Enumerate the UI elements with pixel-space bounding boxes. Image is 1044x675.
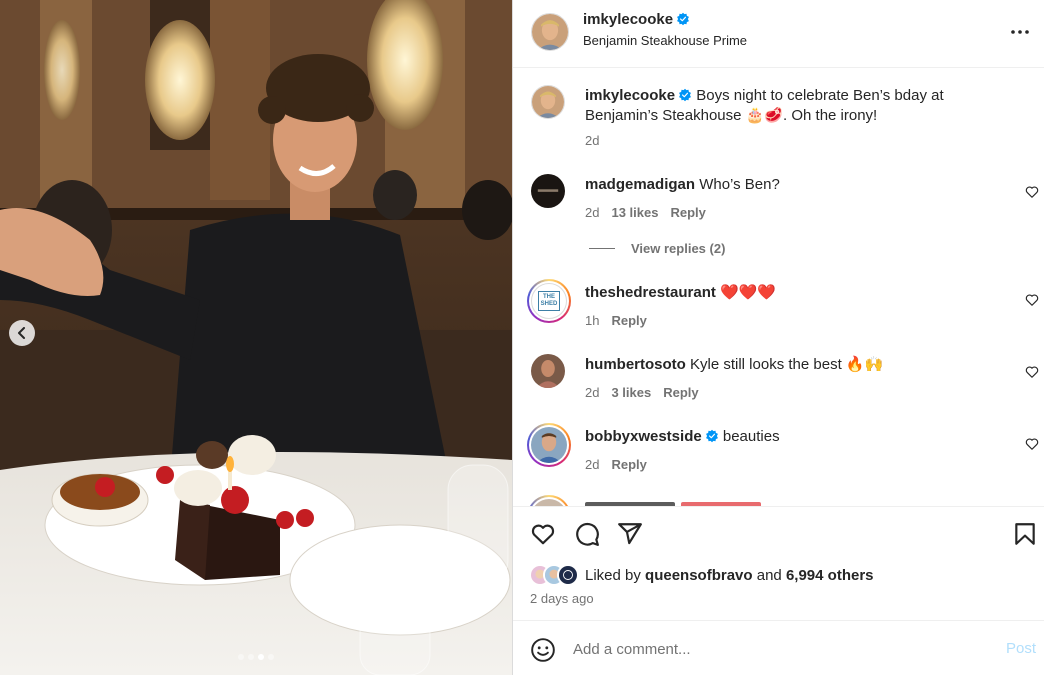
story-ring-avatar[interactable]: THE SHED xyxy=(527,279,571,323)
comment-icon[interactable] xyxy=(574,521,600,547)
post-header: imkylecooke Benjamin Steakhouse Prime xyxy=(513,0,1044,68)
comment-input[interactable] xyxy=(573,636,973,662)
post-location[interactable]: Benjamin Steakhouse Prime xyxy=(583,33,747,48)
view-replies-line xyxy=(589,248,615,249)
like-heart-icon[interactable] xyxy=(530,521,556,547)
carousel-dot-active xyxy=(258,654,264,660)
likes-and: and xyxy=(756,566,782,584)
reply-button[interactable]: Reply xyxy=(663,385,698,400)
like-comment-heart-icon[interactable] xyxy=(1025,293,1039,307)
carousel-dot xyxy=(268,654,274,660)
comment-likes[interactable]: 13 likes xyxy=(611,205,658,220)
carousel-prev-button[interactable] xyxy=(9,320,35,346)
reply-button[interactable]: Reply xyxy=(611,457,646,472)
author-username[interactable]: imkylecooke xyxy=(583,11,673,28)
reply-button[interactable]: Reply xyxy=(670,205,705,220)
like-comment-heart-icon[interactable] xyxy=(1025,365,1039,379)
story-ring-avatar[interactable] xyxy=(527,423,571,467)
verified-icon xyxy=(677,12,690,26)
comment-avatar[interactable] xyxy=(531,354,565,388)
liker-avatars xyxy=(529,564,579,586)
post-comment-button[interactable]: Post xyxy=(1006,640,1036,657)
comment-text: Who’s Ben? xyxy=(699,176,780,193)
carousel-dot xyxy=(248,654,254,660)
comment-age[interactable]: 2d xyxy=(585,385,599,400)
bookmark-icon[interactable] xyxy=(1012,521,1038,547)
caption-avatar[interactable] xyxy=(531,85,565,119)
verified-icon xyxy=(679,88,692,102)
carousel-dot xyxy=(238,654,244,660)
post-photo[interactable] xyxy=(0,0,512,675)
comment-username[interactable]: bobbyxwestside xyxy=(585,428,702,445)
emoji-icon[interactable] xyxy=(530,637,556,663)
comment-likes[interactable]: 3 likes xyxy=(611,385,651,400)
liker-avatar xyxy=(557,564,579,586)
restaurant-photo xyxy=(0,0,512,675)
post-date[interactable]: 2 days ago xyxy=(530,591,594,606)
comment-avatar[interactable] xyxy=(531,174,565,208)
comments-list[interactable]: imkylecooke Boys night to celebrate Ben’… xyxy=(513,69,1044,506)
caption-username[interactable]: imkylecooke xyxy=(585,87,675,104)
view-replies-button[interactable]: View replies (2) xyxy=(589,241,725,256)
view-replies-label: View replies (2) xyxy=(631,241,726,256)
comment-text: Kyle still looks the best 🔥🙌 xyxy=(690,356,884,373)
comment-username[interactable]: madgemadigan xyxy=(585,176,695,193)
comment-username[interactable]: humbertosoto xyxy=(585,356,686,373)
comment-text: beauties xyxy=(722,428,780,445)
avatar-logo-text: THE SHED xyxy=(538,291,560,311)
comment-text: ❤️❤️❤️ xyxy=(720,284,777,301)
comment-age[interactable]: 2d xyxy=(585,205,599,220)
post-side-panel: imkylecooke Benjamin Steakhouse Prime im… xyxy=(512,0,1044,675)
like-comment-heart-icon[interactable] xyxy=(1025,185,1039,199)
comment-username[interactable]: theshedrestaurant xyxy=(585,284,716,301)
post-action-bar: Liked by queensofbravo and 6,994 others … xyxy=(513,506,1044,620)
likes-prefix: Liked by xyxy=(585,566,641,584)
reply-button[interactable]: Reply xyxy=(611,313,646,328)
more-options-icon[interactable] xyxy=(1008,20,1032,44)
chevron-left-icon xyxy=(18,327,25,339)
likes-summary[interactable]: Liked by queensofbravo and 6,994 others xyxy=(529,564,874,586)
likes-user[interactable]: queensofbravo xyxy=(645,567,753,584)
likes-others[interactable]: 6,994 others xyxy=(786,567,874,584)
comment-composer: Post xyxy=(513,620,1044,675)
carousel-indicator xyxy=(0,654,512,660)
share-icon[interactable] xyxy=(617,521,643,547)
comment-age[interactable]: 2d xyxy=(585,457,599,472)
verified-icon xyxy=(705,429,718,443)
like-comment-heart-icon[interactable] xyxy=(1025,437,1039,451)
caption-age[interactable]: 2d xyxy=(585,133,599,148)
comment-age[interactable]: 1h xyxy=(585,313,599,328)
author-avatar[interactable] xyxy=(531,13,569,51)
story-ring-avatar[interactable] xyxy=(527,495,571,506)
